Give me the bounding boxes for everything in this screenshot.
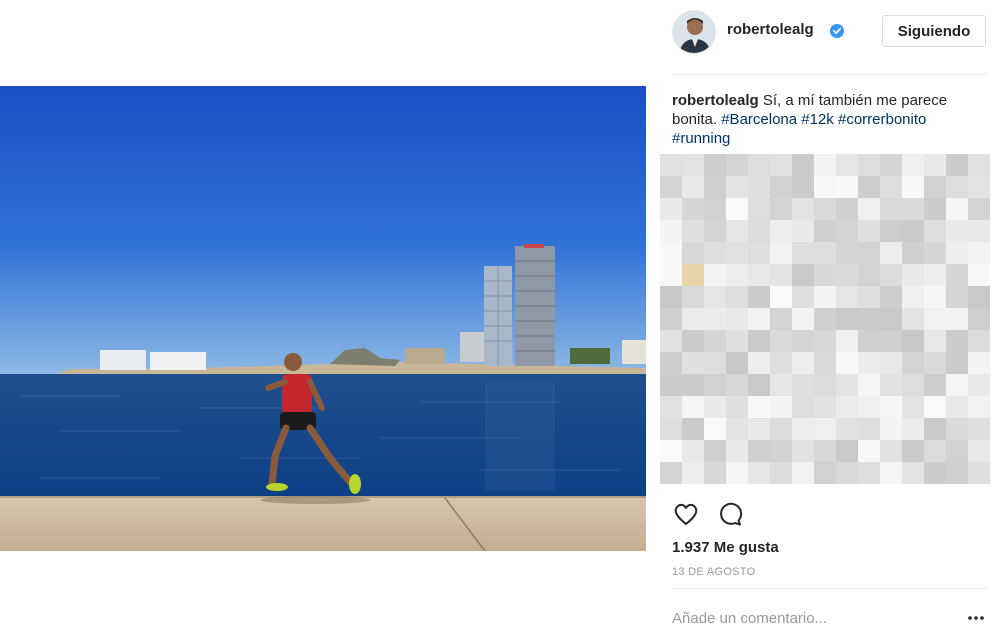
username[interactable]: robertolealg [727, 21, 814, 38]
post-header: robertolealg Siguiendo [646, 0, 1000, 74]
avatar-image [673, 11, 715, 53]
hashtag-correrbonito[interactable]: #correrbonito [838, 111, 926, 128]
header-divider [672, 74, 988, 75]
post-photo[interactable] [0, 86, 646, 551]
likes-count[interactable]: 1.937 Me gusta [672, 539, 779, 556]
comment-divider [672, 588, 988, 589]
following-button[interactable]: Siguiendo [882, 15, 986, 47]
pixelated-comments [660, 152, 1000, 498]
more-options-icon[interactable] [966, 608, 986, 628]
post-date: 13 DE AGOSTO [672, 566, 756, 578]
post-caption: robertolealg Sí, a mí también me parece … [672, 91, 988, 148]
post-sidebar: robertolealg Siguiendo robertolealg Sí, … [646, 0, 1000, 641]
heart-icon[interactable] [672, 500, 700, 528]
photo-panel [0, 0, 646, 641]
hashtag-12k[interactable]: #12k [801, 111, 834, 128]
caption-author[interactable]: robertolealg [672, 92, 759, 109]
post-actions [672, 500, 988, 530]
verified-badge-icon [830, 24, 844, 38]
hashtag-barcelona[interactable]: #Barcelona [721, 111, 797, 128]
avatar[interactable] [672, 10, 716, 54]
comment-input[interactable] [672, 606, 942, 630]
running-photo-illustration [0, 86, 646, 551]
hashtag-running[interactable]: #running [672, 130, 730, 147]
comment-bubble-icon[interactable] [716, 500, 744, 528]
